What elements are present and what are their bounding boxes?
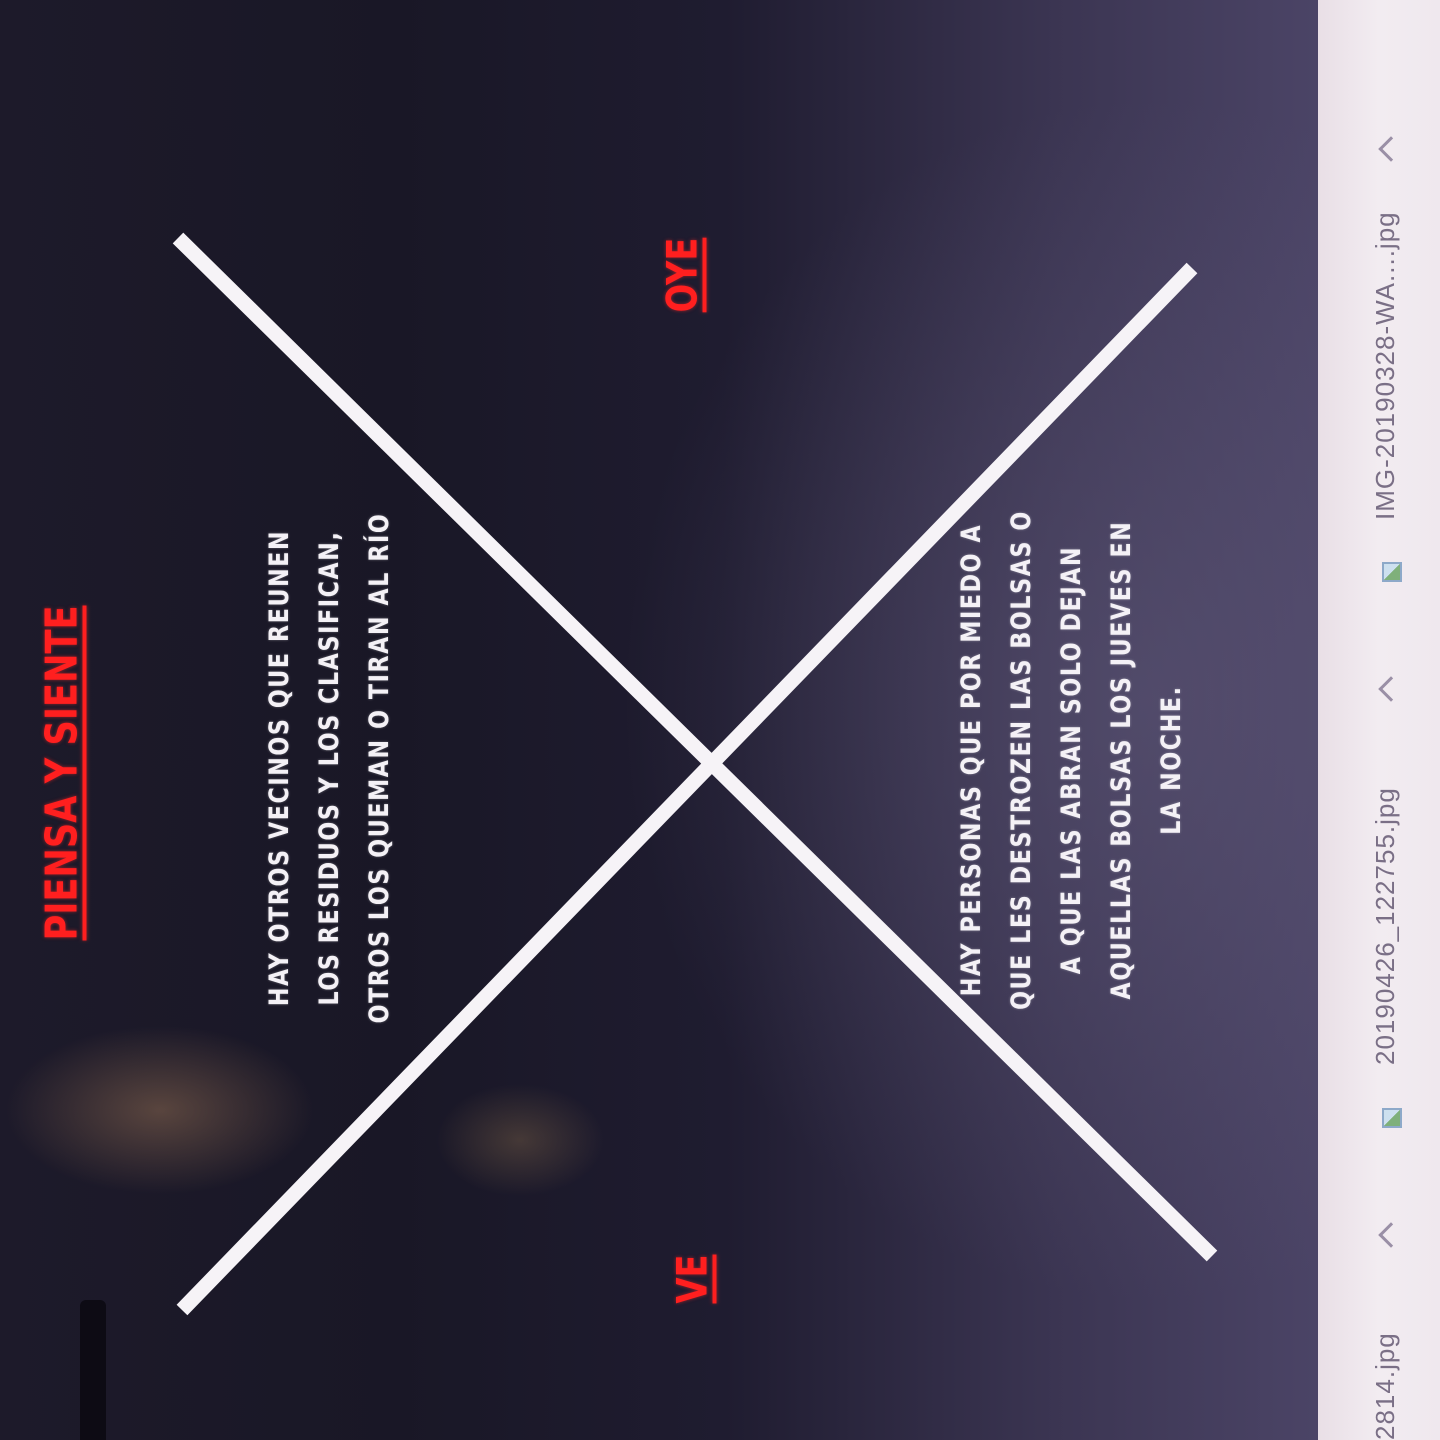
image-file-icon xyxy=(1382,562,1402,582)
text-line: OTROS LOS QUEMAN O TIRAN AL RÍO xyxy=(364,512,395,1024)
image-file-icon xyxy=(1382,1108,1402,1128)
label-oye: OYE xyxy=(657,237,707,313)
download-item-name[interactable]: IMG-20190328-WA....jpg xyxy=(1370,211,1401,520)
text-line: HAY PERSONAS QUE POR MIEDO A xyxy=(956,523,987,997)
text-line: LOS RESIDUOS Y LOS CLASIFICAN, xyxy=(314,530,345,1006)
text-block-left: HAY OTROS VECINOS QUE REUNEN LOS RESIDUO… xyxy=(255,513,405,1024)
download-item-name[interactable]: 2814.jpg xyxy=(1370,1332,1401,1440)
text-line: A QUE LAS ABRAN SOLO DEJAN xyxy=(1056,545,1087,975)
photo-of-screen: PIENSA Y SIENTE OYE VE HAY OTROS VECINOS… xyxy=(0,0,1440,1440)
download-item-name[interactable]: 20190426_122755.jpg xyxy=(1370,787,1401,1065)
text-line: QUE LES DESTROZEN LAS BOLSAS O xyxy=(1006,510,1037,1010)
text-line: HAY OTROS VECINOS QUE REUNEN xyxy=(264,529,295,1007)
label-ve: VE xyxy=(667,1254,717,1304)
text-line: AQUELLAS BOLSAS LOS JUEVES EN xyxy=(1106,520,1137,1000)
slide-title: PIENSA Y SIENTE xyxy=(36,605,88,941)
text-line: LA NOCHE. xyxy=(1156,685,1187,835)
text-block-right: HAY PERSONAS QUE POR MIEDO A QUE LES DES… xyxy=(947,510,1197,1010)
